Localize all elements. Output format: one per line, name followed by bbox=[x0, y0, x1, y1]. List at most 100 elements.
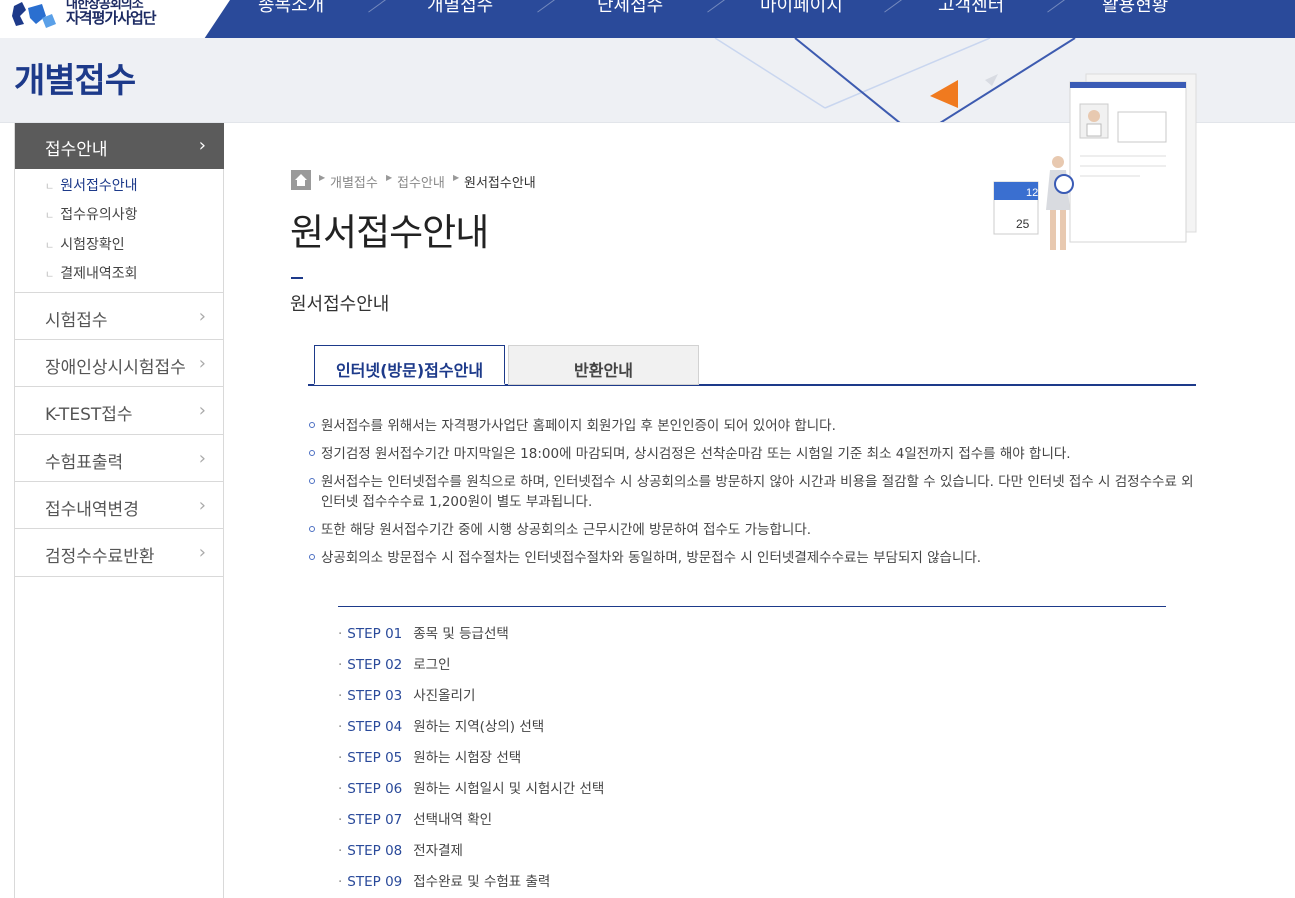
nav-divider bbox=[707, 0, 729, 13]
notice-item: 또한 해당 원서접수기간 중에 시행 상공회의소 근무시간에 방문하여 접수도 … bbox=[309, 520, 1194, 540]
circle-bullet-icon bbox=[309, 422, 315, 428]
step-label: 로그인 bbox=[413, 657, 451, 673]
nav-item-mypage[interactable]: 마이페이지 bbox=[760, 0, 843, 17]
step-number: STEP 03 bbox=[347, 688, 403, 704]
step-item: · STEP 05 원하는 시험장 선택 bbox=[338, 746, 521, 766]
sidebar-subitem-application-guide[interactable]: ㄴ 원서접수안내 bbox=[45, 175, 137, 195]
nav-divider bbox=[537, 0, 559, 13]
nav-divider bbox=[1047, 0, 1069, 13]
step-number: STEP 07 bbox=[347, 812, 403, 828]
nav-item-support[interactable]: 고객센터 bbox=[938, 0, 1004, 17]
subitem-marker-icon: ㄴ bbox=[45, 241, 55, 252]
notice-text: 정기검정 원서접수기간 마지막일은 18:00에 마감되며, 상시검정은 선착순… bbox=[321, 446, 1071, 462]
notice-text: 원서접수를 위해서는 자격평가사업단 홈페이지 회원가입 후 본인인증이 되어 … bbox=[321, 418, 836, 434]
chevron-right-icon: › bbox=[198, 448, 206, 469]
sidebar-item-fee-refund[interactable]: 검정수수료반환 › bbox=[15, 528, 224, 575]
sidebar-subitem-label: 결제내역조회 bbox=[60, 266, 138, 282]
step-item: · STEP 08 전자결제 bbox=[338, 839, 463, 859]
step-number: STEP 01 bbox=[347, 626, 403, 642]
sidebar-item-ktest[interactable]: K-TEST접수 › bbox=[15, 386, 224, 433]
logo-mark-icon bbox=[12, 2, 56, 28]
bullet-dot-icon: · bbox=[338, 626, 343, 642]
breadcrumb-arrow-icon: ▶ bbox=[453, 173, 460, 182]
nav-item-usage[interactable]: 활용현황 bbox=[1102, 0, 1168, 17]
sidebar-subitem-label: 시험장확인 bbox=[60, 237, 125, 253]
tab-refund-guide[interactable]: 반환안내 bbox=[508, 345, 699, 385]
step-number: STEP 08 bbox=[347, 843, 403, 859]
notice-item: 정기검정 원서접수기간 마지막일은 18:00에 마감되며, 상시검정은 선착순… bbox=[309, 444, 1194, 464]
notice-item: 원서접수를 위해서는 자격평가사업단 홈페이지 회원가입 후 본인인증이 되어 … bbox=[309, 416, 1194, 436]
sidebar-item-reception-guide[interactable]: 접수안내 › bbox=[15, 123, 224, 169]
nav-divider bbox=[884, 0, 906, 13]
sidebar-item-label: 접수안내 bbox=[45, 140, 108, 160]
subitem-marker-icon: ㄴ bbox=[45, 182, 55, 193]
sidebar-item-label: 검정수수료반환 bbox=[45, 547, 155, 567]
sidebar-subitem-notes[interactable]: ㄴ 접수유의사항 bbox=[45, 204, 137, 224]
nav-item-group[interactable]: 단체접수 bbox=[597, 0, 663, 17]
logo-text: 자격평가사업단 bbox=[66, 9, 157, 27]
steps-divider bbox=[338, 606, 1166, 607]
nav-item-subjects[interactable]: 종목소개 bbox=[258, 0, 324, 17]
bullet-dot-icon: · bbox=[338, 812, 343, 828]
sidebar-subitem-label: 접수유의사항 bbox=[60, 207, 138, 223]
sidebar-item-label: 장애인상시시험접수 bbox=[45, 358, 186, 378]
notice-item: 상공회의소 방문접수 시 접수절차는 인터넷접수절차와 동일하며, 방문접수 시… bbox=[309, 548, 1194, 568]
title-underline-mark bbox=[291, 277, 303, 279]
chevron-right-icon: › bbox=[198, 306, 206, 327]
breadcrumb-item[interactable]: 접수안내 bbox=[397, 172, 445, 191]
bullet-dot-icon: · bbox=[338, 750, 343, 766]
step-label: 원하는 시험일시 및 시험시간 선택 bbox=[413, 781, 605, 797]
step-item: · STEP 07 선택내역 확인 bbox=[338, 808, 492, 828]
page-subtitle: 원서접수안내 bbox=[290, 294, 390, 315]
sidebar-item-change-reception[interactable]: 접수내역변경 › bbox=[15, 481, 224, 528]
step-label: 선택내역 확인 bbox=[413, 812, 493, 828]
step-item: · STEP 03 사진올리기 bbox=[338, 684, 475, 704]
sidebar-subitem-label: 원서접수안내 bbox=[60, 178, 138, 194]
step-label: 종목 및 등급선택 bbox=[413, 626, 509, 642]
step-item: · STEP 04 원하는 지역(상의) 선택 bbox=[338, 715, 544, 735]
bullet-dot-icon: · bbox=[338, 688, 343, 704]
step-label: 전자결제 bbox=[413, 843, 463, 859]
chevron-right-icon: › bbox=[198, 135, 206, 156]
circle-bullet-icon bbox=[309, 554, 315, 560]
step-label: 접수완료 및 수험표 출력 bbox=[413, 874, 551, 890]
circle-bullet-icon bbox=[309, 526, 315, 532]
step-label: 사진올리기 bbox=[413, 688, 476, 704]
subitem-marker-icon: ㄴ bbox=[45, 270, 55, 281]
sidebar-item-ticket-print[interactable]: 수험표출력 › bbox=[15, 434, 224, 481]
notice-item: 원서접수는 인터넷접수를 원칙으로 하며, 인터넷접수 시 상공회의소를 방문하… bbox=[309, 472, 1194, 512]
sidebar-item-label: K-TEST접수 bbox=[45, 405, 133, 425]
bullet-dot-icon: · bbox=[338, 657, 343, 673]
tab-internet-visit-reception[interactable]: 인터넷(방문)접수안내 bbox=[314, 345, 505, 385]
step-number: STEP 09 bbox=[347, 874, 403, 890]
step-number: STEP 04 bbox=[347, 719, 403, 735]
notice-text: 상공회의소 방문접수 시 접수절차는 인터넷접수절차와 동일하며, 방문접수 시… bbox=[321, 550, 982, 566]
top-navigation-bar: 대한상공회의소 자격평가사업단 종목소개 개별접수 단체접수 마이페이지 고객센… bbox=[0, 0, 1295, 38]
bullet-dot-icon: · bbox=[338, 719, 343, 735]
sidebar-item-disabled-exam[interactable]: 장애인상시시험접수 › bbox=[15, 339, 224, 386]
sidebar-item-label: 수험표출력 bbox=[45, 453, 124, 473]
sidebar-subitem-payment-history[interactable]: ㄴ 결제내역조회 bbox=[45, 263, 137, 283]
home-icon[interactable] bbox=[291, 170, 311, 190]
sidebar-subitem-venue-check[interactable]: ㄴ 시험장확인 bbox=[45, 234, 125, 254]
step-item: · STEP 09 접수완료 및 수험표 출력 bbox=[338, 870, 550, 890]
nav-item-individual[interactable]: 개별접수 bbox=[427, 0, 493, 17]
step-item: · STEP 06 원하는 시험일시 및 시험시간 선택 bbox=[338, 777, 604, 797]
step-label: 원하는 시험장 선택 bbox=[413, 750, 522, 766]
sidebar-item-label: 시험접수 bbox=[45, 311, 108, 331]
chevron-right-icon: › bbox=[198, 542, 206, 563]
subitem-marker-icon: ㄴ bbox=[45, 211, 55, 222]
calendar-top-number: 12 bbox=[1026, 187, 1038, 199]
reception-illustration: 12 25 bbox=[993, 73, 1197, 250]
logo[interactable]: 대한상공회의소 자격평가사업단 bbox=[0, 0, 230, 38]
sidebar-item-exam-reception[interactable]: 시험접수 › bbox=[15, 292, 224, 339]
step-number: STEP 05 bbox=[347, 750, 403, 766]
main-menu: 종목소개 개별접수 단체접수 마이페이지 고객센터 활용현황 bbox=[230, 0, 1295, 38]
step-label: 원하는 지역(상의) 선택 bbox=[413, 719, 545, 735]
bullet-dot-icon: · bbox=[338, 874, 343, 890]
breadcrumb-item[interactable]: 개별접수 bbox=[330, 172, 378, 191]
step-number: STEP 06 bbox=[347, 781, 403, 797]
breadcrumb-arrow-icon: ▶ bbox=[319, 173, 326, 182]
nav-divider bbox=[368, 0, 390, 13]
breadcrumb-current: 원서접수안내 bbox=[464, 176, 536, 191]
